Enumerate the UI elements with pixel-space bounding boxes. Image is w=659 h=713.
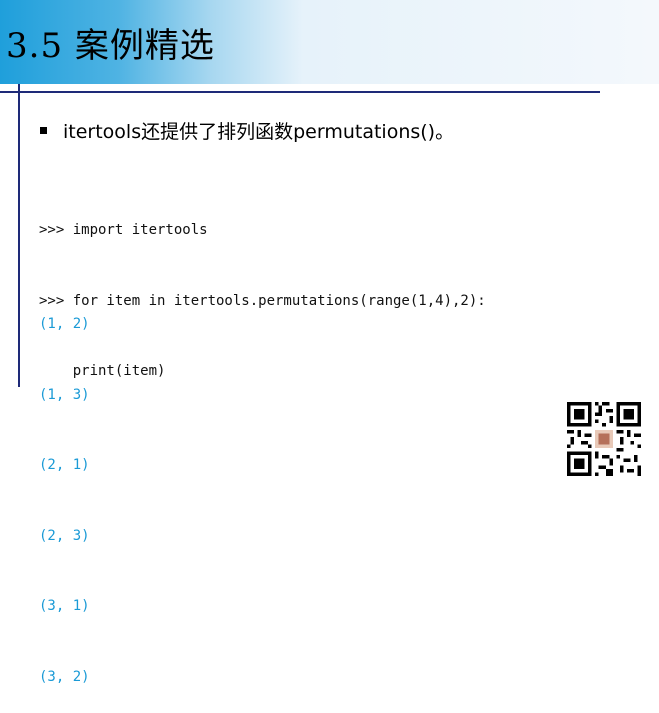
- code-output-block: (1, 2) (1, 3) (2, 1) (2, 3) (3, 1) (3, 2…: [39, 266, 90, 713]
- code-output-line: (2, 3): [39, 527, 90, 544]
- code-output-line: (3, 1): [39, 598, 90, 614]
- qr-code-icon: [567, 402, 641, 476]
- bullet-marker-icon: [40, 127, 47, 134]
- code-output-line: (1, 3): [39, 386, 90, 403]
- horizontal-rule: [0, 91, 600, 93]
- code-input-block: >>> import itertools >>> for item in ite…: [39, 172, 486, 407]
- code-output-line: (3, 2): [39, 668, 90, 685]
- title-bar: 3.5 案例精选: [0, 0, 659, 84]
- code-input-line: >>> for item in itertools.permutations(r…: [39, 292, 486, 309]
- bullet-text: itertools还提供了排列函数permutations()。: [63, 121, 455, 143]
- code-output-line: (1, 2): [39, 316, 90, 332]
- slide-title: 3.5 案例精选: [6, 26, 215, 66]
- vertical-rule: [18, 84, 20, 387]
- code-output-line: (2, 1): [39, 457, 90, 473]
- bullet-item: itertools还提供了排列函数permutations()。: [40, 117, 454, 144]
- code-input-line: print(item): [39, 363, 166, 379]
- code-input-line: >>> import itertools: [39, 222, 208, 238]
